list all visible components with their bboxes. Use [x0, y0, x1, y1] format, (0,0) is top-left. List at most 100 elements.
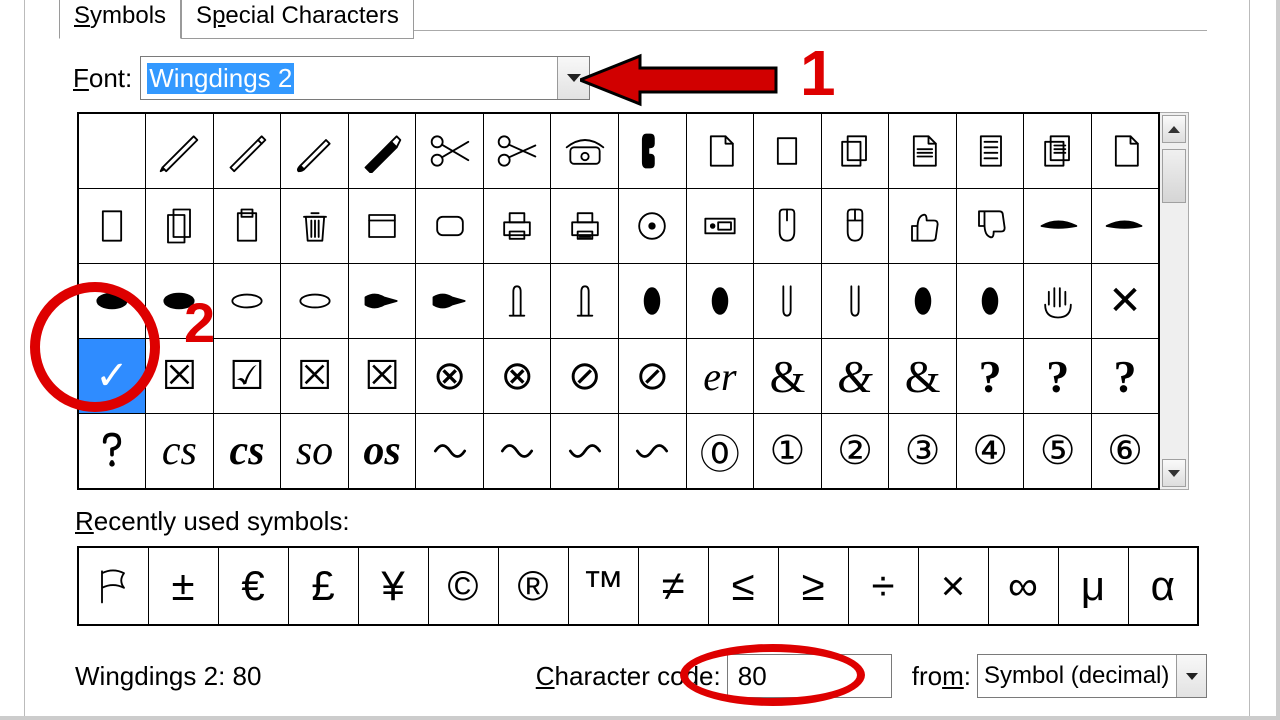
symbol-cell[interactable]: [889, 113, 957, 188]
symbol-cell[interactable]: [281, 263, 349, 338]
symbol-cell[interactable]: [551, 414, 619, 489]
symbol-cell[interactable]: [1091, 113, 1159, 188]
symbol-cell[interactable]: [146, 188, 214, 263]
symbol-cell[interactable]: ⊘: [551, 339, 619, 414]
scroll-up-button[interactable]: [1162, 115, 1186, 143]
symbol-cell[interactable]: ☒: [146, 339, 214, 414]
symbol-cell[interactable]: [483, 414, 551, 489]
symbol-cell[interactable]: ②: [821, 414, 889, 489]
symbol-cell[interactable]: [78, 188, 146, 263]
recent-symbol-cell[interactable]: [78, 547, 148, 625]
symbol-cell[interactable]: [754, 188, 822, 263]
symbol-cell[interactable]: &: [889, 339, 957, 414]
symbol-cell[interactable]: [78, 113, 146, 188]
symbol-cell[interactable]: &: [821, 339, 889, 414]
symbol-cell[interactable]: ✓: [78, 339, 146, 414]
recent-symbol-cell[interactable]: μ: [1058, 547, 1128, 625]
symbol-cell[interactable]: [213, 188, 281, 263]
symbol-cell[interactable]: [1091, 188, 1159, 263]
symbol-cell[interactable]: ③: [889, 414, 957, 489]
symbol-cell[interactable]: cs: [213, 414, 281, 489]
symbol-cell[interactable]: ⊘: [619, 339, 687, 414]
symbol-cell[interactable]: [551, 188, 619, 263]
symbol-cell[interactable]: ?: [1091, 339, 1159, 414]
recent-symbol-cell[interactable]: ±: [148, 547, 218, 625]
symbol-cell[interactable]: &: [754, 339, 822, 414]
symbol-cell[interactable]: [686, 263, 754, 338]
symbol-cell[interactable]: [551, 113, 619, 188]
symbol-cell[interactable]: [1024, 113, 1092, 188]
symbol-cell[interactable]: ⓪: [686, 414, 754, 489]
symbol-cell[interactable]: ☒: [281, 339, 349, 414]
from-dropdown[interactable]: Symbol (decimal): [977, 654, 1207, 698]
recent-symbol-cell[interactable]: ≤: [708, 547, 778, 625]
symbol-cell[interactable]: os: [348, 414, 416, 489]
symbol-cell[interactable]: [483, 263, 551, 338]
symbol-cell[interactable]: ④: [956, 414, 1024, 489]
symbol-cell[interactable]: [213, 113, 281, 188]
symbol-cell[interactable]: [551, 263, 619, 338]
font-value[interactable]: Wingdings 2: [141, 57, 557, 99]
tab-special-characters[interactable]: Special Characters: [181, 0, 414, 39]
recent-symbol-cell[interactable]: €: [218, 547, 288, 625]
symbol-cell[interactable]: [483, 188, 551, 263]
symbol-cell[interactable]: [416, 263, 484, 338]
character-code-input[interactable]: [727, 654, 892, 698]
symbol-cell[interactable]: [416, 113, 484, 188]
symbol-cell[interactable]: so: [281, 414, 349, 489]
font-dropdown[interactable]: Wingdings 2: [140, 56, 590, 100]
symbol-cell[interactable]: [821, 188, 889, 263]
symbol-cell[interactable]: [686, 188, 754, 263]
symbol-cell[interactable]: [889, 188, 957, 263]
symbol-cell[interactable]: [686, 113, 754, 188]
symbol-cell[interactable]: ①: [754, 414, 822, 489]
symbol-cell[interactable]: [1024, 188, 1092, 263]
symbol-cell[interactable]: ?: [1024, 339, 1092, 414]
symbol-cell[interactable]: [78, 414, 146, 489]
recent-symbol-cell[interactable]: ≥: [778, 547, 848, 625]
symbol-cell[interactable]: [281, 113, 349, 188]
symbol-cell[interactable]: [146, 263, 214, 338]
tab-symbols[interactable]: Symbols: [59, 0, 181, 39]
symbol-cell[interactable]: [213, 263, 281, 338]
symbol-cell[interactable]: [754, 263, 822, 338]
symbol-cell[interactable]: [416, 414, 484, 489]
recent-symbol-cell[interactable]: ≠: [638, 547, 708, 625]
recent-symbol-cell[interactable]: ×: [918, 547, 988, 625]
symbol-cell[interactable]: ⊗: [416, 339, 484, 414]
symbol-cell[interactable]: er: [686, 339, 754, 414]
symbol-cell[interactable]: ⊗: [483, 339, 551, 414]
symbol-cell[interactable]: ⑥: [1091, 414, 1159, 489]
symbol-cell[interactable]: [348, 113, 416, 188]
symbol-cell[interactable]: [821, 263, 889, 338]
symbol-cell[interactable]: ?: [956, 339, 1024, 414]
symbol-cell[interactable]: [348, 188, 416, 263]
symbol-cell[interactable]: [619, 188, 687, 263]
symbol-cell[interactable]: cs: [146, 414, 214, 489]
recent-symbol-cell[interactable]: ∞: [988, 547, 1058, 625]
symbol-cell[interactable]: ☒: [348, 339, 416, 414]
symbol-cell[interactable]: [416, 188, 484, 263]
symbol-cell[interactable]: [821, 113, 889, 188]
scroll-down-button[interactable]: [1162, 459, 1186, 487]
symbol-cell[interactable]: [754, 113, 822, 188]
symbol-cell[interactable]: [281, 188, 349, 263]
symbol-cell[interactable]: [146, 113, 214, 188]
recent-symbol-cell[interactable]: ÷: [848, 547, 918, 625]
symbol-cell[interactable]: [483, 113, 551, 188]
symbol-cell[interactable]: [348, 263, 416, 338]
symbol-cell[interactable]: [956, 188, 1024, 263]
scroll-thumb[interactable]: [1162, 149, 1186, 203]
recent-symbol-cell[interactable]: ®: [498, 547, 568, 625]
symbol-cell[interactable]: [78, 263, 146, 338]
symbol-cell[interactable]: [619, 414, 687, 489]
recent-symbol-cell[interactable]: ¥: [358, 547, 428, 625]
symbol-cell[interactable]: [889, 263, 957, 338]
symbol-cell[interactable]: [619, 113, 687, 188]
symbol-cell[interactable]: ⑤: [1024, 414, 1092, 489]
scrollbar[interactable]: [1160, 112, 1189, 490]
symbol-cell[interactable]: [956, 113, 1024, 188]
recent-symbol-cell[interactable]: ©: [428, 547, 498, 625]
recent-symbol-cell[interactable]: ™: [568, 547, 638, 625]
symbol-cell[interactable]: ✕: [1091, 263, 1159, 338]
